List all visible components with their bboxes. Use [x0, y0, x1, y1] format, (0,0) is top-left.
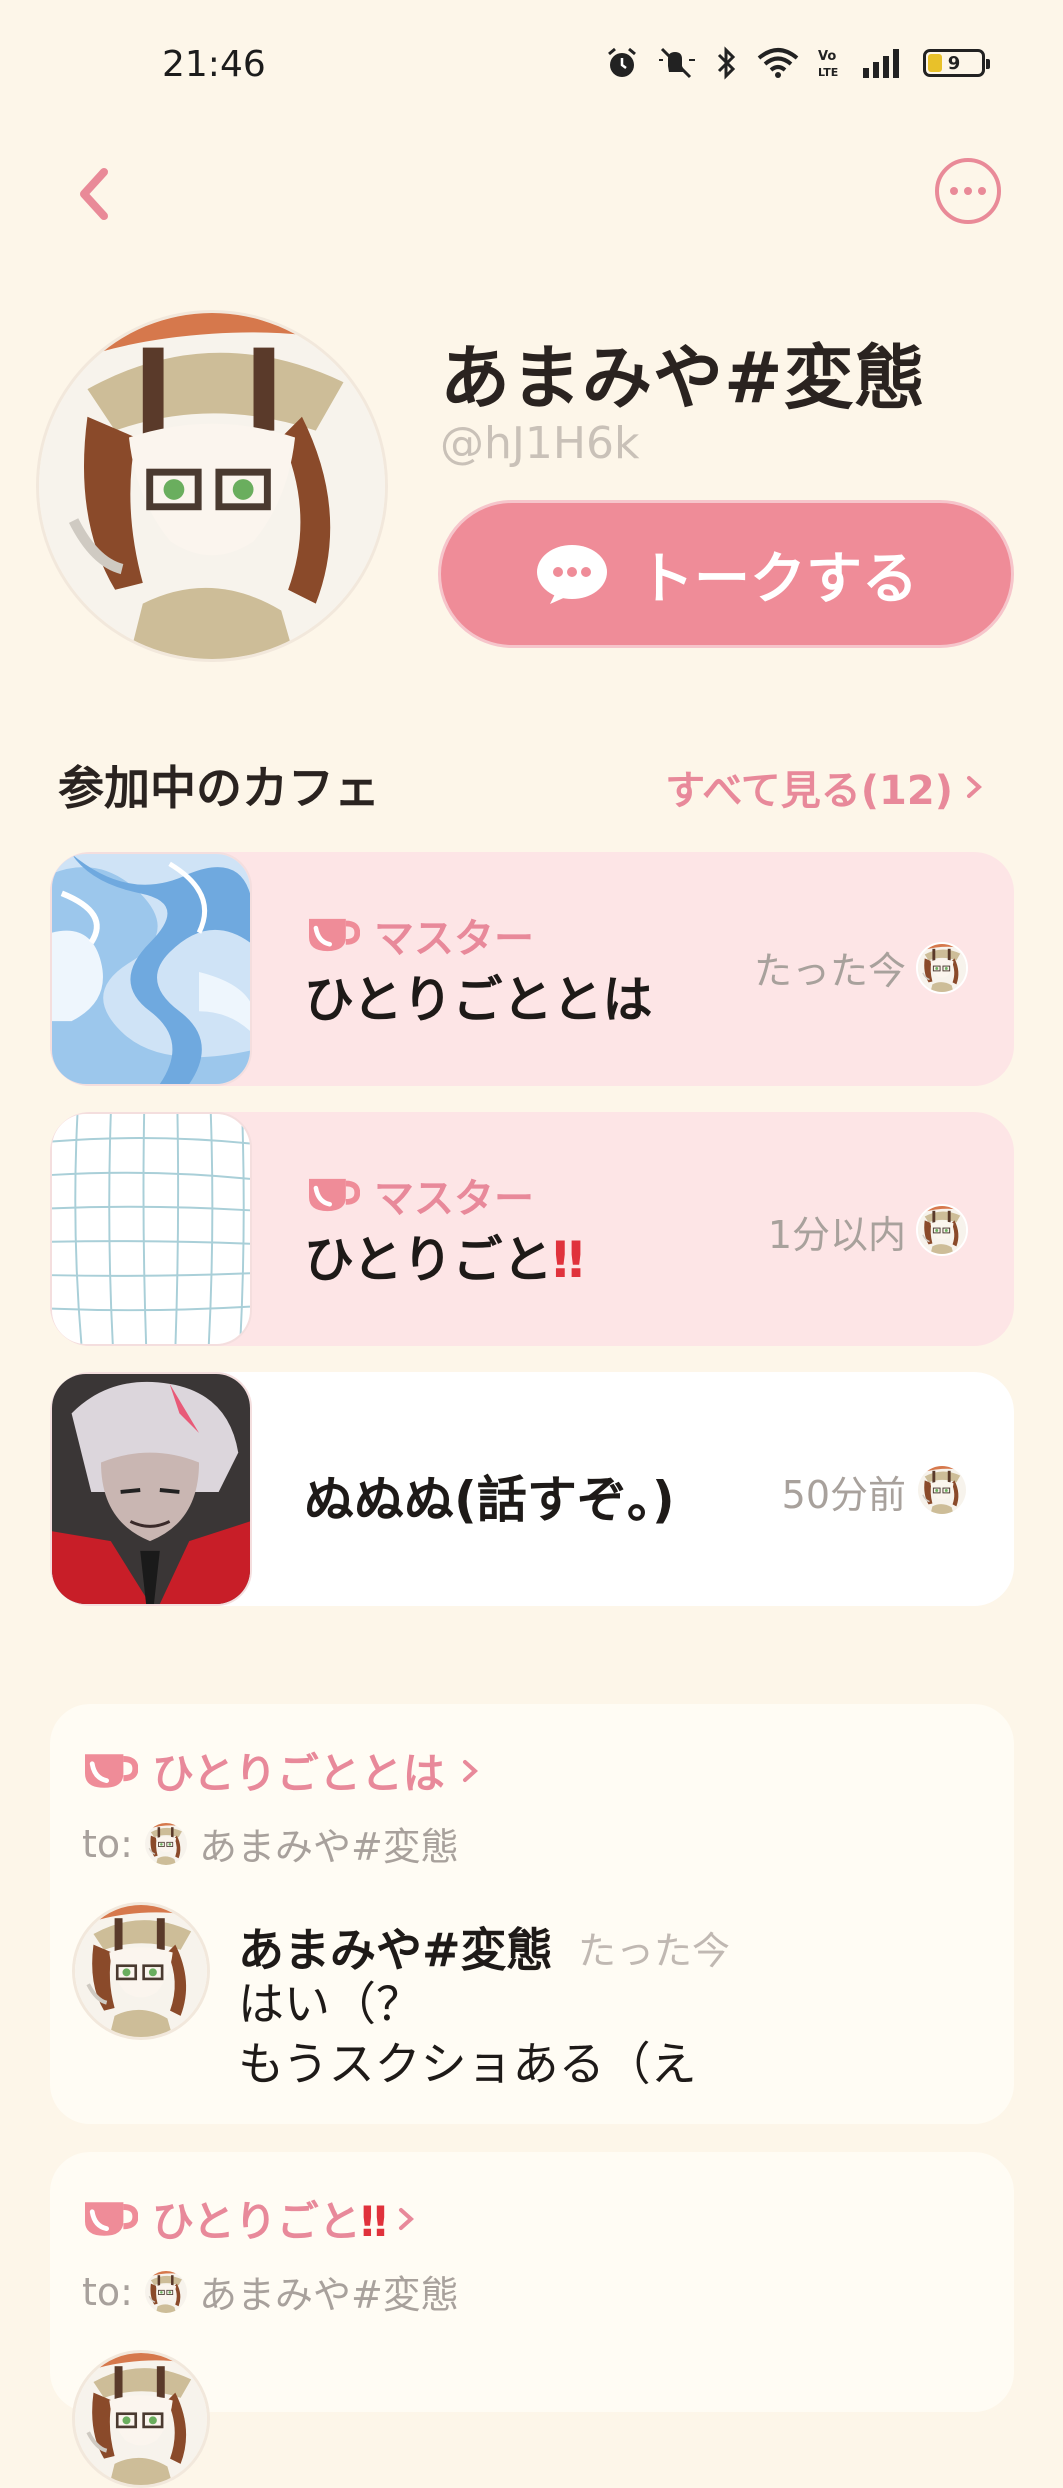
post-card[interactable]: ひとりごととは to: あまみや#変態 あまみや#変態 たった今 はい（？ もう… — [50, 1704, 1014, 2124]
master-badge: マスター — [304, 906, 534, 964]
double-exclamation-icon: ‼ — [360, 2197, 387, 2246]
post-cafe-name: ひとりごと‼ — [152, 2197, 387, 2246]
cafe-thumbnail — [50, 852, 252, 1086]
cafe-time: 1分以内 — [767, 1213, 906, 1257]
master-badge: マスター — [304, 1166, 534, 1224]
alarm-icon — [608, 47, 636, 77]
cafe-thumbnail — [50, 1112, 252, 1346]
svg-text:Vo: Vo — [818, 49, 836, 64]
signal-icon — [863, 49, 899, 78]
post-cafe-link[interactable]: ひとりごととは — [80, 1740, 481, 1801]
master-label: マスター — [374, 916, 534, 962]
profile-user-id: @hJ1H6k — [440, 418, 640, 469]
cup-icon — [304, 912, 360, 958]
status-time: 21:46 — [162, 44, 266, 85]
double-exclamation-icon: ‼ — [552, 1231, 584, 1289]
post-to-label: to: — [82, 2269, 133, 2314]
post-text-line: もうスクショある（え — [238, 2037, 697, 2091]
cafe-card[interactable]: マスター ひとりごと‼ 1分以内 — [50, 1112, 1014, 1346]
cafe-name: ひとりごと‼ — [304, 1220, 584, 1292]
post-cafe-link[interactable]: ひとりごと‼ — [80, 2188, 417, 2249]
profile-name: あまみや#変態 — [440, 337, 926, 419]
author-avatar[interactable] — [72, 1902, 210, 2040]
cafe-name-text: ひとりごと — [304, 1231, 553, 1289]
back-button[interactable] — [66, 158, 126, 228]
cup-icon — [304, 1172, 360, 1218]
post-recipient: to: あまみや#変態 — [82, 2264, 459, 2319]
chevron-right-icon — [399, 2207, 415, 2230]
more-dots-icon — [950, 187, 958, 195]
chevron-left-icon — [80, 168, 108, 220]
post-text: はい（？ もうスクショある（え — [238, 1974, 697, 2094]
bluetooth-icon — [717, 46, 736, 80]
member-avatar — [916, 942, 968, 994]
cafe-name: ぬぬぬ(話すぞ。) — [304, 1471, 675, 1529]
cafe-time: 50分前 — [781, 1473, 906, 1517]
member-avatar — [916, 1464, 968, 1516]
talk-button[interactable]: トークする — [438, 500, 1014, 648]
post-card[interactable]: ひとりごと‼ to: あまみや#変態 — [50, 2152, 1014, 2488]
author-avatar[interactable] — [72, 2350, 210, 2488]
post-to-label: to: — [82, 1821, 133, 1866]
post-time: たった今 — [578, 1929, 731, 1973]
see-all-link[interactable]: すべて見る(12) — [665, 758, 985, 816]
recipient-avatar — [145, 2271, 187, 2313]
svg-text:LTE: LTE — [818, 66, 838, 79]
post-author: あまみや#変態 — [238, 1923, 553, 1977]
post-recipient: to: あまみや#変態 — [82, 1816, 459, 1871]
post-text-line: はい（？ — [238, 1977, 422, 2031]
wifi-icon — [757, 48, 799, 78]
cup-icon — [80, 2195, 138, 2243]
cup-icon — [80, 1747, 138, 1795]
section-title: 参加中のカフェ — [58, 761, 380, 815]
recipient-name: あまみや#変態 — [198, 1825, 459, 1869]
chat-bubble-icon — [537, 545, 607, 604]
cafe-time: たった今 — [753, 949, 906, 993]
chevron-right-icon — [967, 776, 982, 798]
talk-button-label: トークする — [638, 546, 918, 612]
mute-icon — [659, 47, 695, 79]
see-all-label: すべて見る(12) — [665, 768, 953, 814]
member-avatar — [916, 1204, 968, 1256]
master-label: マスター — [374, 1176, 534, 1222]
cafe-thumbnail — [50, 1372, 252, 1606]
recipient-name: あまみや#変態 — [198, 2273, 459, 2317]
recipient-avatar — [145, 1823, 187, 1865]
post-cafe-name: ひとりごととは — [152, 1749, 445, 1798]
battery-icon: 9 — [923, 49, 990, 77]
volte-icon: Vo LTE — [818, 49, 838, 79]
cafe-card[interactable]: マスター ひとりごととは たった今 — [50, 852, 1014, 1086]
cafe-name: ひとりごととは — [304, 971, 653, 1029]
chevron-right-icon — [462, 1759, 478, 1782]
cafe-card[interactable]: ぬぬぬ(話すぞ。) 50分前 — [50, 1372, 1014, 1606]
profile-avatar[interactable] — [36, 310, 388, 662]
status-icons: Vo LTE 9 — [605, 46, 990, 80]
more-button[interactable] — [935, 158, 1001, 224]
